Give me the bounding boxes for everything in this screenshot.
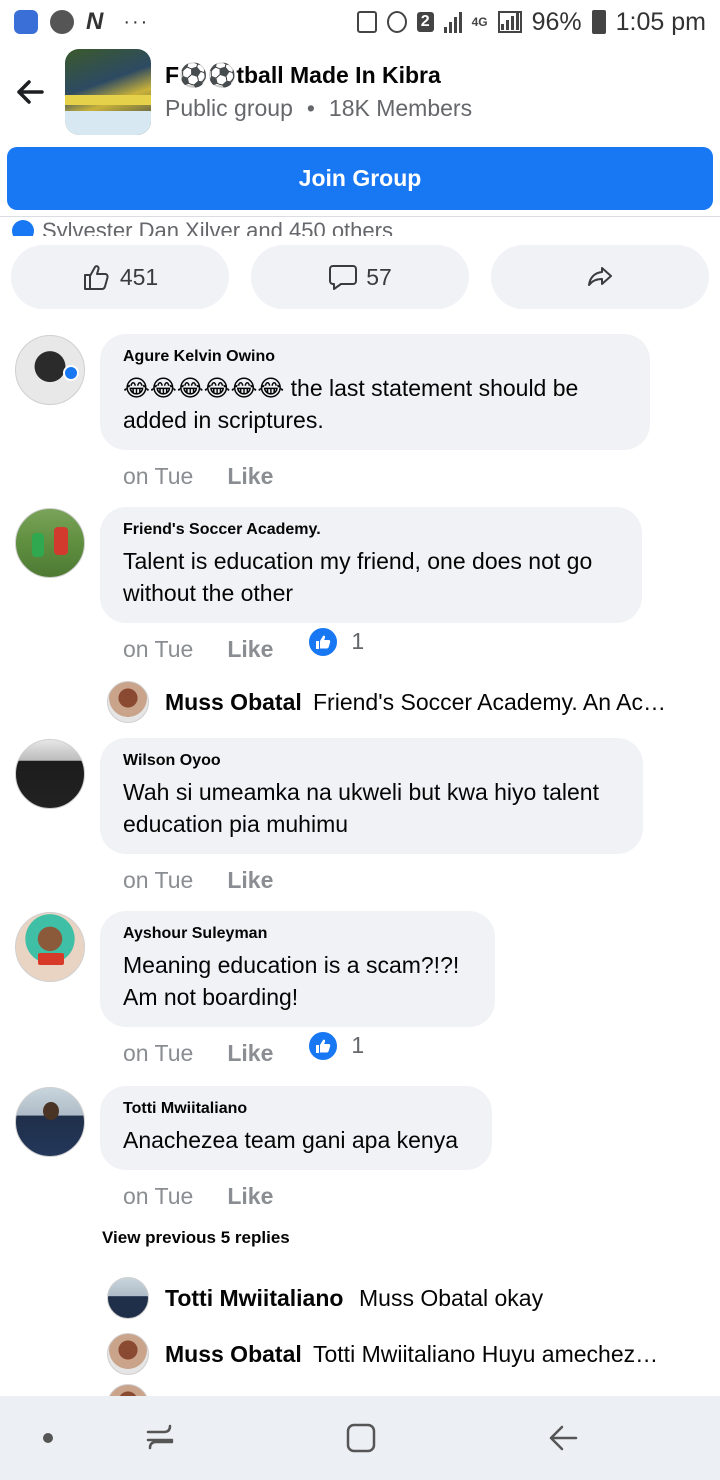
like-count: 451 [119,263,159,290]
signal-icon [443,11,462,33]
home-square-icon [346,1423,376,1453]
like-reaction-icon [307,1029,340,1062]
comment-text: Talent is education my friend, one does … [123,548,593,606]
like-button[interactable]: 451 [11,245,229,309]
verified-badge-icon [63,365,79,381]
reply-author[interactable]: Totti Mwiitaliano [165,1285,343,1312]
comment-button[interactable]: 57 [251,245,469,309]
battery-icon [591,10,606,34]
comment-author[interactable]: Friend's Soccer Academy. [123,521,620,539]
comment-like-button[interactable]: Like [227,1040,273,1067]
screenshot-icon [14,10,38,34]
comment-meta: on Tue Like [123,867,273,894]
reply-text: Muss Obatal okay [359,1284,544,1311]
share-arrow-icon [588,267,612,286]
comment-text: Wah si umeamka na ukweli but kwa hiyo ta… [123,779,599,837]
comment-bubble[interactable]: Totti Mwiitaliano Anachezea team gani ap… [100,1086,492,1170]
group-title[interactable]: F⚽⚽tball Made In Kibra [165,62,472,89]
meta-separator: • [306,95,315,121]
recycle-icon [386,11,407,33]
reply-preview[interactable]: Muss Obatal Totti Mwiitaliano Huyu amech… [0,1332,720,1376]
comment-bubble[interactable]: Wilson Oyoo Wah si umeamka na ukweli but… [100,738,643,854]
signal-2-icon [497,11,522,33]
reactors-text: Sylvester Dan Xilver and 450 others [42,218,393,236]
home-button[interactable] [339,1416,383,1460]
back-button[interactable] [0,62,60,122]
comment-time[interactable]: on Tue [123,463,193,490]
comment-meta: on Tue Like [123,463,273,490]
share-button[interactable] [491,245,709,309]
comment-count: 57 [366,263,392,290]
post-actions: 451 57 [11,245,709,309]
group-members[interactable]: 18K Members [329,95,472,121]
comment-like-button[interactable]: Like [227,463,273,490]
reply-text: Friend's Soccer Academy. An Ac… [313,688,666,715]
recent-apps-button[interactable] [138,1416,182,1460]
comment-time[interactable]: on Tue [123,1040,193,1067]
join-group-button[interactable]: Join Group [7,147,713,210]
reply-preview[interactable]: Totti Mwiitaliano Muss Obatal okay [0,1276,720,1320]
comment-like-button[interactable]: Like [227,1183,273,1210]
comment-bubble[interactable]: Agure Kelvin Owino 😂😂😂😂😂😂 the last state… [100,334,650,450]
group-header: F⚽⚽tball Made In Kibra Public group • 18K … [0,44,720,140]
avatar[interactable] [15,1087,85,1157]
reply-preview[interactable]: Muss Obatal Friend's Soccer Academy. An … [0,680,720,724]
comment-author[interactable]: Agure Kelvin Owino [123,348,628,366]
comment-text: Meaning education is a scam?!?! Am not b… [123,952,460,1010]
comment-time[interactable]: on Tue [123,1183,193,1210]
nav-dot-button[interactable] [26,1416,70,1460]
back-arrow-icon [17,80,44,104]
network-label: 4G [471,15,488,29]
comment-author[interactable]: Wilson Oyoo [123,752,621,770]
reactors-summary[interactable]: Sylvester Dan Xilver and 450 others [12,210,712,236]
comment-meta: on Tue Like 1 [123,625,364,663]
comment-text: 😂😂😂😂😂😂 the last statement should be adde… [123,375,579,433]
recent-apps-icon [146,1424,174,1450]
avatar[interactable] [107,681,149,723]
reaction-count[interactable]: 1 [307,625,365,658]
reply-text: Totti Mwiitaliano Huyu amechez… [313,1340,659,1367]
avatar[interactable] [107,1277,149,1319]
comment-meta: on Tue Like [123,1183,273,1210]
battery-percent: 96% [531,7,582,36]
comment-author[interactable]: Totti Mwiitaliano [123,1100,470,1118]
comment-like-button[interactable]: Like [227,636,273,663]
reaction-count-value: 1 [351,628,365,654]
system-nav-bar [0,1396,720,1480]
view-previous-replies-link[interactable]: View previous 5 replies [102,1228,290,1248]
group-cover-image[interactable] [65,49,151,135]
avatar[interactable] [15,912,85,982]
comment-bubble[interactable]: Friend's Soccer Academy. Talent is educa… [100,507,642,623]
reaction-count-value: 1 [351,1032,365,1058]
comment-time[interactable]: on Tue [123,636,193,663]
comment-author[interactable]: Ayshour Suleyman [123,925,473,943]
back-nav-button[interactable] [541,1416,585,1460]
data-saver-icon [356,11,377,33]
comment-bubble[interactable]: Ayshour Suleyman Meaning education is a … [100,911,495,1027]
reply-author[interactable]: Muss Obatal [165,689,302,716]
like-reaction-icon [12,220,34,236]
dot-icon [43,1433,53,1443]
comment-bubble-icon [329,265,358,290]
more-dots-icon: ··· [123,10,150,33]
avatar[interactable] [15,739,85,809]
reaction-count[interactable]: 1 [307,1029,365,1062]
comment-time[interactable]: on Tue [123,867,193,894]
group-visibility: Public group [165,95,293,121]
comment-meta: on Tue Like 1 [123,1029,364,1067]
like-reaction-icon [307,625,340,658]
back-nav-icon [549,1425,578,1451]
chrome-icon [50,10,74,34]
comment-text: Anachezea team gani apa kenya [123,1127,459,1153]
avatar[interactable] [107,1333,149,1375]
group-meta: Public group • 18K Members [165,95,472,122]
reply-author[interactable]: Muss Obatal [165,1341,302,1368]
sim-badge: 2 [416,12,434,32]
n-app-icon: N [86,8,104,35]
status-bar: N ··· 2 4G 96% 1:05 pm [0,0,720,44]
clock: 1:05 pm [615,7,706,36]
thumbs-up-icon [83,265,109,290]
comment-like-button[interactable]: Like [227,867,273,894]
avatar[interactable] [15,508,85,578]
